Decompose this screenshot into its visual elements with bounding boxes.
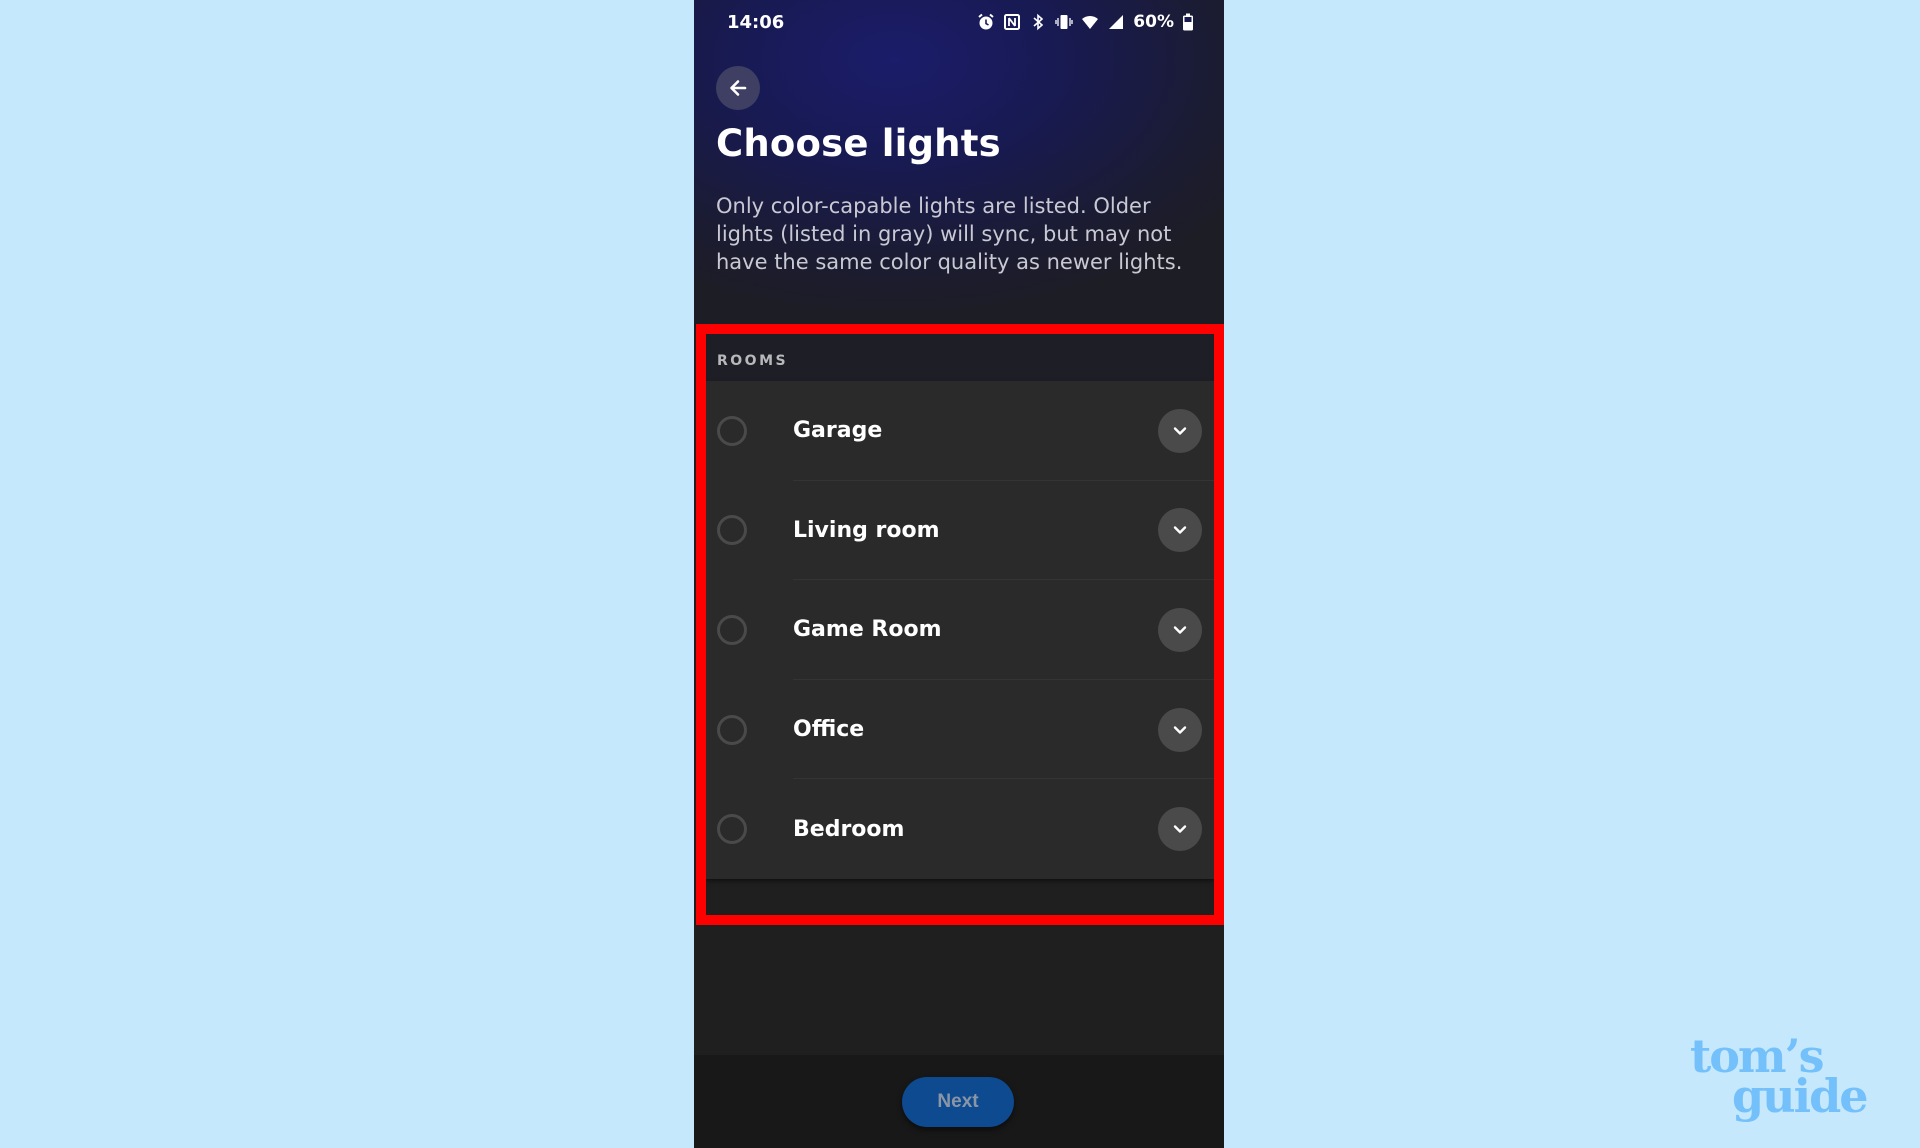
bluetooth-icon [1033,13,1044,31]
status-icons: 60% [977,12,1194,32]
bottom-bar: Next [694,1055,1224,1148]
battery-percent: 60% [1133,12,1174,32]
logo-line-2: guide [1732,1069,1869,1123]
arrow-left-icon [730,80,747,96]
page-title: Choose lights [716,122,1001,165]
phone-screen: 14:06 60% Choose lights Only color-capab… [694,0,1224,1148]
battery-icon [1183,13,1193,31]
toms-guide-logo: tom’s guide [1690,1033,1869,1123]
status-bar: 14:06 60% [694,0,1224,48]
signal-icon [1109,15,1124,29]
wifi-icon [1082,15,1099,29]
status-time: 14:06 [727,12,785,33]
back-button[interactable] [716,66,760,110]
vibrate-icon [1055,15,1073,29]
highlight-box [696,324,1224,925]
alarm-icon [978,13,994,30]
next-button[interactable]: Next [902,1077,1014,1127]
nfc-icon [1004,14,1021,30]
header-background [694,0,1224,334]
page-description: Only color-capable lights are listed. Ol… [716,194,1183,274]
